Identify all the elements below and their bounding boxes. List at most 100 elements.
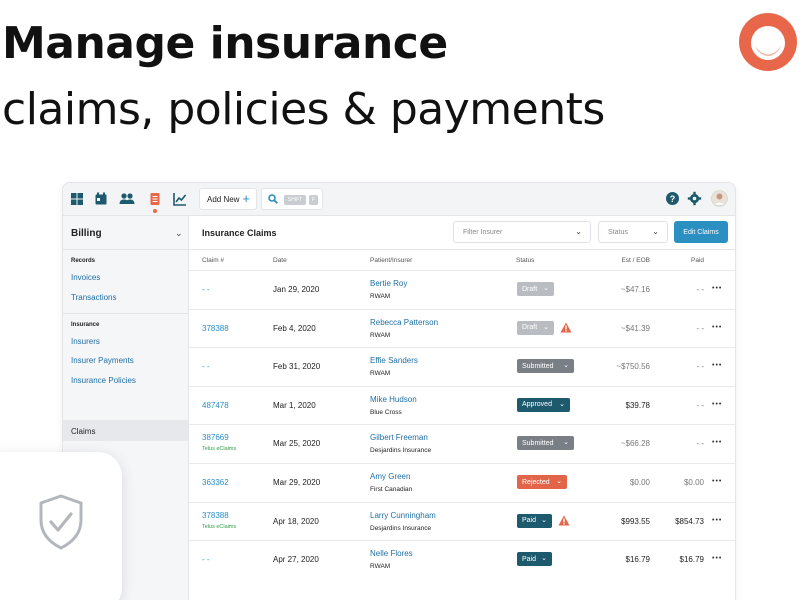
status-dropdown[interactable]: Submitted ⌄ <box>517 359 574 374</box>
status-dropdown[interactable]: Approved ⌄ <box>517 397 570 412</box>
insurer-name: Blue Cross <box>370 408 402 416</box>
patient-name-link[interactable]: Nelle Flores <box>370 549 413 558</box>
status-select[interactable]: Status ⌄ <box>598 221 668 243</box>
calendar-icon[interactable] <box>94 192 108 206</box>
people-icon[interactable] <box>119 192 135 206</box>
claim-number-link[interactable]: 363362 <box>202 478 229 487</box>
table-row[interactable]: - - Feb 31, 2020 Effie Sanders RWAM Submitte… <box>189 347 735 385</box>
status-dropdown[interactable]: Paid ⌄ <box>517 552 552 567</box>
sidebar-item-insurers[interactable]: Insurers <box>71 337 100 346</box>
shortcut-key-f: F <box>309 195 318 205</box>
patient-name-link[interactable]: Larry Cunningham <box>370 511 436 520</box>
status-label: Draft <box>522 285 538 293</box>
claim-number-link[interactable]: 378388 <box>202 324 229 333</box>
table-row[interactable]: 487478 Mar 1, 2020 Mike Hudson Blue Cross Ap… <box>189 385 735 424</box>
patient-name-link[interactable]: Amy Green <box>370 472 410 481</box>
status-dropdown[interactable]: Rejected ⌄ <box>517 475 567 489</box>
chevron-down-icon: ⌄ <box>563 362 569 370</box>
sidebar-item-transactions[interactable]: Transactions <box>71 293 117 302</box>
insurer-name: RWAM <box>370 370 391 378</box>
status-dropdown[interactable]: Draft ⌄ <box>517 282 554 296</box>
claim-number-link[interactable]: - - <box>202 362 210 371</box>
active-nav-indicator <box>153 209 157 213</box>
more-options-icon[interactable]: ••• <box>712 285 722 292</box>
column-header-patient[interactable]: Patient/Insurer <box>370 257 412 264</box>
gear-icon[interactable] <box>687 191 702 206</box>
reports-icon[interactable] <box>173 192 187 206</box>
avatar[interactable] <box>711 190 728 207</box>
patient-name-link[interactable]: Gilbert Freeman <box>370 433 428 442</box>
table-row[interactable]: 378388 Feb 4, 2020 Rebecca Patterson RWAM Dr… <box>189 308 735 347</box>
warning-icon[interactable] <box>560 322 572 333</box>
dashboard-icon[interactable] <box>70 192 84 206</box>
status-dropdown[interactable]: Submitted ⌄ <box>517 436 574 451</box>
help-icon[interactable]: ? <box>665 191 680 206</box>
sidebar-section-records: Records <box>71 258 96 264</box>
table-row[interactable]: 387669 Telus eClaims Mar 25, 2020 Gilbert F… <box>189 424 735 462</box>
table-row[interactable]: 363362 Mar 29, 2020 Amy Green First Canadia… <box>189 463 735 501</box>
claim-number-link[interactable]: 387669 <box>202 433 229 442</box>
patient-name-link[interactable]: Mike Hudson <box>370 395 417 404</box>
top-toolbar: Add New + SHIFT F ? <box>63 183 735 216</box>
warning-icon[interactable] <box>558 515 570 526</box>
chevron-down-icon: ⌄ <box>575 227 582 236</box>
claim-date: Apr 18, 2020 <box>273 516 319 526</box>
est-eob-amount: ~$750.56 <box>616 362 650 372</box>
status-placeholder: Status <box>608 228 628 236</box>
table-row[interactable]: - - Apr 27, 2020 Nelle Flores RWAM Paid ⌄ $16.… <box>189 540 735 578</box>
sidebar-item-insurer-payments[interactable]: Insurer Payments <box>71 356 134 365</box>
add-new-button[interactable]: Add New + <box>199 188 257 210</box>
patient-name-link[interactable]: Effie Sanders <box>370 356 418 365</box>
sidebar-item-invoices[interactable]: Invoices <box>71 273 100 282</box>
claim-number-link[interactable]: - - <box>202 285 210 294</box>
claim-source-label: Telus eClaims <box>202 446 237 453</box>
table-row[interactable]: 378388 Telus eClaims Apr 18, 2020 Larry Cun… <box>189 501 735 540</box>
chevron-down-icon[interactable]: ⌄ <box>175 228 183 239</box>
column-header-status[interactable]: Status <box>516 257 534 264</box>
claim-number-link[interactable]: 378388 <box>202 511 229 520</box>
main-panel: Insurance Claims Filter Insurer ⌄ Status… <box>189 216 735 600</box>
more-options-icon[interactable]: ••• <box>712 362 722 369</box>
more-options-icon[interactable]: ••• <box>712 555 722 562</box>
more-options-icon[interactable]: ••• <box>712 401 722 408</box>
billing-icon[interactable] <box>148 192 162 206</box>
sidebar-section-insurance: Insurance <box>71 322 100 328</box>
divider <box>63 249 189 250</box>
status-dropdown[interactable]: Draft ⌄ <box>517 320 554 335</box>
more-options-icon[interactable]: ••• <box>712 478 722 485</box>
claim-date: Mar 25, 2020 <box>273 439 321 449</box>
claim-date: Feb 4, 2020 <box>273 323 316 333</box>
column-header-claim[interactable]: Claim # <box>202 257 224 264</box>
est-eob-amount: ~$66.28 <box>620 439 650 449</box>
column-header-date[interactable]: Date <box>273 257 287 264</box>
claim-number-link[interactable]: - - <box>202 555 210 564</box>
more-options-icon[interactable]: ••• <box>712 517 722 524</box>
chevron-down-icon: ⌄ <box>543 285 549 292</box>
status-dropdown[interactable]: Paid ⌄ <box>517 513 552 528</box>
paid-amount: - - <box>696 362 704 372</box>
column-header-paid[interactable]: Paid <box>668 257 704 264</box>
status-label: Rejected <box>522 478 550 486</box>
sidebar-item-insurance-policies[interactable]: Insurance Policies <box>71 376 136 385</box>
edit-claims-button[interactable]: Edit Claims <box>674 221 728 243</box>
table-row[interactable]: - - Jan 29, 2020 Bertie Roy RWAM Draft ⌄ ~$47.… <box>189 270 735 308</box>
chevron-down-icon: ⌄ <box>556 478 562 485</box>
search-button[interactable]: SHIFT F <box>261 188 323 210</box>
chevron-down-icon: ⌄ <box>652 227 659 236</box>
paid-amount: - - <box>696 400 704 410</box>
insurer-name: First Canadian <box>370 486 413 493</box>
more-options-icon[interactable]: ••• <box>712 324 722 331</box>
more-options-icon[interactable]: ••• <box>712 439 722 446</box>
app-window: Add New + SHIFT F ? Billing ⌄ Records In… <box>62 182 736 600</box>
brand-logo-icon <box>739 13 797 71</box>
paid-amount: - - <box>696 323 704 333</box>
patient-name-link[interactable]: Rebecca Patterson <box>370 318 438 327</box>
column-header-est-eob[interactable]: Est / EOB <box>608 257 650 264</box>
claim-number-link[interactable]: 487478 <box>202 401 229 410</box>
est-eob-amount: ~$47.16 <box>620 285 650 294</box>
chevron-down-icon: ⌄ <box>543 323 549 331</box>
filter-insurer-select[interactable]: Filter Insurer ⌄ <box>453 221 591 243</box>
claim-date: Jan 29, 2020 <box>273 285 320 294</box>
patient-name-link[interactable]: Bertie Roy <box>370 279 407 288</box>
claim-date: Apr 27, 2020 <box>273 555 319 565</box>
